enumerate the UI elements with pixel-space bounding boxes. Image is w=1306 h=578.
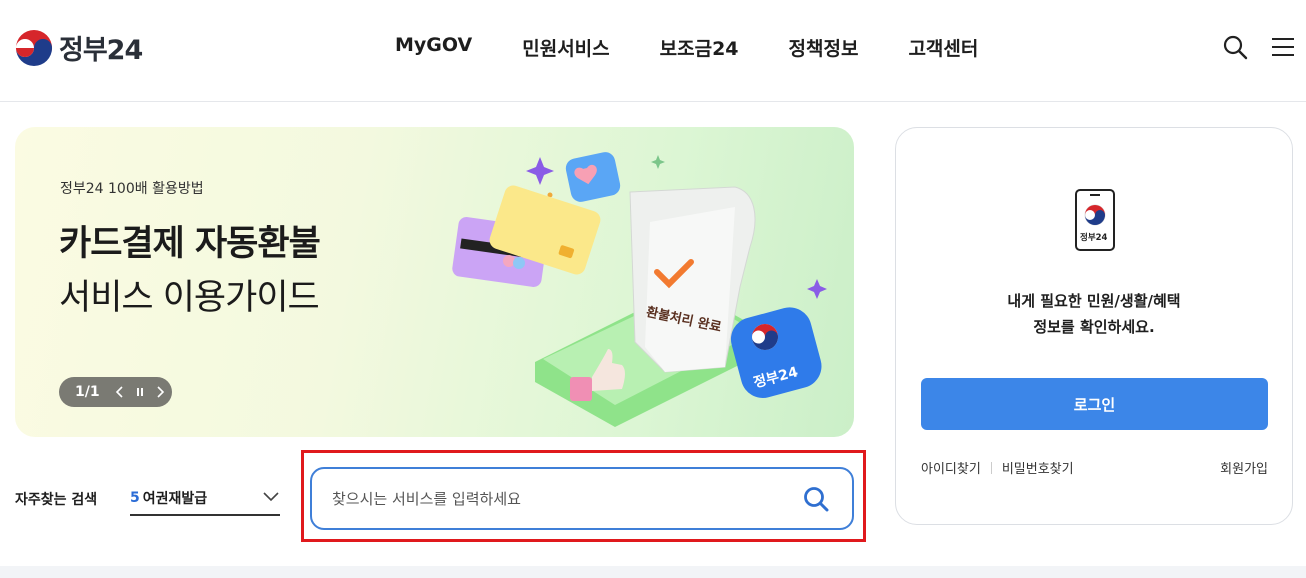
sparkle-icon xyxy=(807,279,827,299)
sparkle-icon xyxy=(526,157,554,185)
find-password-link[interactable]: 비밀번호찾기 xyxy=(1002,458,1074,477)
search-icon[interactable] xyxy=(1222,34,1248,60)
gov24-app-badge: 정부24 xyxy=(730,307,822,398)
search-button-icon[interactable] xyxy=(802,485,830,513)
banner-illustration: 환불처리 완료 정부24 xyxy=(452,152,827,427)
frequent-search-dropdown[interactable]: 5 여권재발급 xyxy=(130,482,280,516)
promo-banner[interactable]: 정부24 100배 활용방법 카드결제 자동환불 서비스 이용가이드 환불처리 … xyxy=(15,127,854,437)
frequent-search-rank: 5 xyxy=(130,490,140,506)
login-message-line1: 내게 필요한 민원/생활/혜택 xyxy=(1007,292,1181,310)
section-divider xyxy=(0,566,1306,578)
main-search-box xyxy=(310,467,854,530)
login-card: 정부24 내게 필요한 민원/생활/혜택 정보를 확인하세요. 로그인 아이디찾… xyxy=(895,127,1293,525)
nav-civil-service[interactable]: 민원서비스 xyxy=(522,34,609,61)
search-input[interactable] xyxy=(332,485,782,513)
link-divider xyxy=(990,461,992,474)
nav-mygov[interactable]: MyGOV xyxy=(395,34,472,61)
svg-text:정부24: 정부24 xyxy=(1080,232,1108,243)
banner-title-secondary: 서비스 이용가이드 xyxy=(59,278,320,318)
chevron-down-icon xyxy=(263,492,279,502)
frequent-search-label: 자주찾는 검색 xyxy=(15,492,98,508)
taegeuk-emblem-icon xyxy=(15,29,53,66)
login-message-line2: 정보를 확인하세요. xyxy=(1033,318,1155,336)
nav-policy-info[interactable]: 정책정보 xyxy=(789,34,859,61)
next-icon[interactable] xyxy=(150,381,170,403)
frequent-search-term: 여권재발급 xyxy=(142,491,208,507)
signup-link[interactable]: 회원가입 xyxy=(1220,458,1268,477)
nav-customer-center[interactable]: 고객센터 xyxy=(908,34,978,61)
heart-bubble-icon xyxy=(565,152,621,202)
logo-text: 정부24 xyxy=(59,35,143,66)
sparkle-icon xyxy=(651,155,665,169)
nav-subsidy24[interactable]: 보조금24 xyxy=(660,34,739,61)
banner-pagination: 1/1 xyxy=(75,384,100,400)
site-header: 정부24 MyGOV 민원서비스 보조금24 정책정보 고객센터 xyxy=(0,0,1306,102)
login-button[interactable]: 로그인 xyxy=(921,378,1268,430)
find-id-link[interactable]: 아이디찾기 xyxy=(921,458,981,477)
login-links: 아이디찾기 비밀번호찾기 회원가입 xyxy=(921,458,1268,477)
pause-icon[interactable] xyxy=(130,381,150,403)
banner-controls: 1/1 xyxy=(59,377,172,407)
site-logo[interactable]: 정부24 xyxy=(15,28,143,67)
hamburger-menu-icon[interactable] xyxy=(1270,34,1296,60)
login-message: 내게 필요한 민원/생활/혜택 정보를 확인하세요. xyxy=(896,288,1292,340)
banner-title: 카드결제 자동환불 xyxy=(59,224,321,264)
mobile-phone-icon: 정부24 xyxy=(1075,189,1115,251)
prev-icon[interactable] xyxy=(110,381,130,403)
banner-subtitle: 정부24 100배 활용방법 xyxy=(60,181,204,197)
main-navigation: MyGOV 민원서비스 보조금24 정책정보 고객센터 xyxy=(370,34,1003,61)
